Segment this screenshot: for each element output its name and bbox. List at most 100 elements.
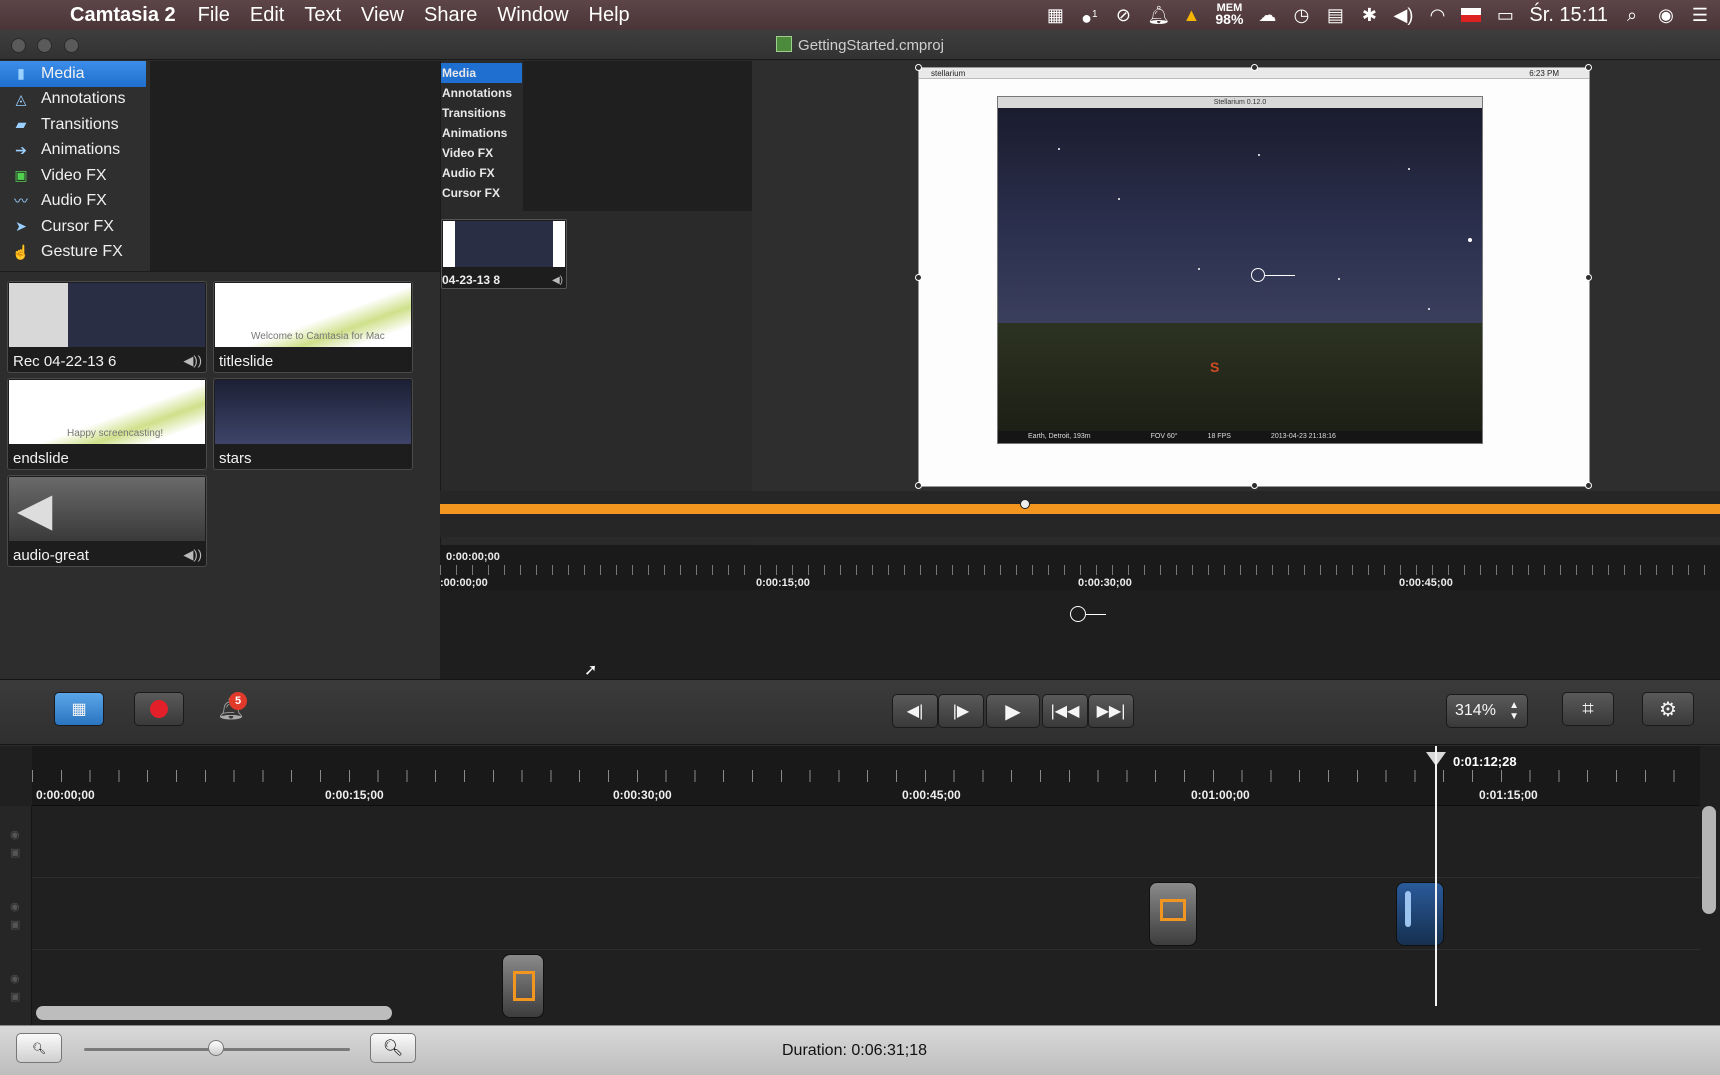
app-menu[interactable]: Camtasia 2 [70, 4, 176, 27]
zoom-in-button[interactable]: 🔍︎ [370, 1033, 416, 1063]
sidebar-item-audio-fx[interactable]: 〰 Audio FX [0, 189, 150, 215]
inner-timeline-ruler[interactable]: 0:00:00;00 :00:00;00 0:00:15;00 0:00:30;… [440, 545, 1720, 590]
do-not-disturb-icon[interactable]: ⊘ [1113, 6, 1133, 24]
zoom-select[interactable]: 314% ▲ ▼ [1446, 694, 1528, 728]
menu-view[interactable]: View [361, 4, 404, 27]
resize-handle-bottom-right[interactable] [1585, 482, 1592, 489]
lock-icon[interactable]: ▣ [10, 990, 20, 1003]
menu-help[interactable]: Help [589, 4, 630, 27]
input-flag-icon[interactable] [1461, 8, 1482, 22]
media-clip-rec-04-22-13-6[interactable]: Rec 04-22-13 6 ◀)) [7, 281, 207, 373]
sidebar-item-cursor-fx[interactable]: ➤ Cursor FX [0, 214, 150, 240]
secondary-item-media[interactable]: Media [441, 63, 522, 83]
media-clip-stars[interactable]: stars [213, 378, 413, 470]
scrub-progress-bar[interactable] [440, 504, 1720, 514]
scrub-knob[interactable] [1020, 499, 1030, 509]
memory-indicator[interactable]: MEM 98% [1215, 3, 1243, 27]
notification-icon[interactable]: ●1 [1079, 6, 1099, 27]
rotation-handle[interactable] [1251, 268, 1265, 282]
cursor-icon: ➤ [15, 218, 27, 235]
secondary-item-transitions[interactable]: Transitions [441, 103, 523, 123]
media-clip-audio-great[interactable]: ◀ audio-great ◀)) [7, 475, 207, 567]
secondary-item-audio-fx[interactable]: Audio FX [441, 163, 523, 183]
sidebar-item-video-fx[interactable]: ▣ Video FX [0, 163, 150, 189]
secondary-media-clip[interactable]: 04-23-13 8 ◀) [441, 219, 567, 289]
resize-handle-bottom[interactable] [1251, 482, 1258, 489]
secondary-item-cursor-fx[interactable]: Cursor FX [441, 183, 523, 203]
volume-icon[interactable]: ◀) [1393, 6, 1414, 24]
zoom-slider-knob[interactable] [208, 1040, 224, 1056]
filmstrip-icon[interactable]: ▦ [1045, 6, 1065, 24]
resize-handle-top[interactable] [1251, 64, 1258, 71]
zoom-out-button[interactable]: 🔍︎ [16, 1033, 62, 1063]
bell-icon[interactable]: 🔔︎ [1147, 6, 1170, 24]
sidebar-item-animations[interactable]: ➔ Animations [0, 138, 150, 164]
resize-handle-left[interactable] [915, 274, 922, 281]
menu-file[interactable]: File [198, 4, 230, 27]
keyboard-icon[interactable]: ▤ [1325, 6, 1345, 24]
timeline: 0:00:00;00 0:00:15;00 0:00:30;00 0:00:45… [0, 746, 1720, 1025]
vertical-scrollbar[interactable] [1702, 806, 1716, 914]
sidebar-item-label: Audio FX [41, 192, 107, 210]
media-clip-titleslide[interactable]: Welcome to Camtasia for Mac titleslide [213, 281, 413, 373]
battery-icon[interactable]: ▭ [1495, 6, 1515, 24]
mouse-pointer-icon: ➚ [584, 662, 598, 679]
menu-text[interactable]: Text [304, 4, 341, 27]
playhead[interactable] [1435, 746, 1437, 1006]
timeline-ruler[interactable]: 0:00:00;00 0:00:15;00 0:00:30;00 0:00:45… [32, 746, 1700, 806]
resize-handle-right[interactable] [1585, 274, 1592, 281]
menu-edit[interactable]: Edit [250, 4, 284, 27]
settings-button[interactable]: ⚙ [1642, 692, 1694, 726]
sidebar-item-media[interactable]: ▮ Media [0, 61, 146, 87]
resize-handle-top-left[interactable] [915, 64, 922, 71]
rotation-handle[interactable] [1070, 606, 1086, 622]
import-media-button[interactable]: ▦ [54, 692, 104, 726]
previous-marker-button[interactable]: |◀◀ [1042, 694, 1088, 728]
next-marker-button[interactable]: ▶▶| [1088, 694, 1134, 728]
transition-icon [513, 971, 535, 1001]
timeline-transition-clip[interactable] [502, 954, 544, 1018]
sidebar-item-annotations[interactable]: ◬ Annotations [0, 87, 150, 113]
sidebar-item-gesture-fx[interactable]: ☝ Gesture FX [0, 240, 150, 266]
timeline-transition-clip[interactable] [1149, 882, 1197, 946]
resize-handle-top-right[interactable] [1585, 64, 1592, 71]
sidebar-item-transitions[interactable]: ▰ Transitions [0, 112, 150, 138]
menu-share[interactable]: Share [424, 4, 477, 27]
spotlight-search-icon[interactable]: ⌕ [1622, 6, 1642, 24]
user-icon[interactable]: ◉ [1656, 6, 1676, 24]
track-2[interactable] [32, 878, 1700, 950]
step-back-button[interactable]: ◀| [892, 694, 938, 728]
secondary-item-annotations[interactable]: Annotations [441, 83, 523, 103]
record-button[interactable] [134, 692, 184, 726]
star [1408, 168, 1410, 170]
secondary-item-video-fx[interactable]: Video FX [441, 143, 523, 163]
step-forward-button[interactable]: |▶ [938, 694, 984, 728]
gear-icon: ⚙ [1659, 698, 1677, 721]
secondary-item-animations[interactable]: Animations [441, 123, 523, 143]
play-button[interactable]: ▶ [986, 694, 1040, 728]
bluetooth-icon[interactable]: ✱ [1359, 6, 1379, 24]
creative-cloud-icon[interactable]: ☁ [1257, 6, 1277, 24]
crop-icon: ⌗ [1582, 697, 1594, 720]
cone-icon[interactable]: ▲ [1181, 6, 1201, 24]
track-visibility-icon[interactable]: ◉ [10, 900, 20, 913]
canvas-screen[interactable]: stellarium 6:23 PM Stellarium 0.12.0 S Ea… [915, 64, 1592, 489]
time-machine-icon[interactable]: ◷ [1291, 6, 1311, 24]
lock-icon[interactable]: ▣ [10, 846, 20, 859]
track-visibility-icon[interactable]: ◉ [10, 972, 20, 985]
crop-button[interactable]: ⌗ [1562, 692, 1614, 726]
lock-icon[interactable]: ▣ [10, 918, 20, 931]
wifi-icon[interactable]: ◠ [1427, 6, 1447, 24]
media-clip-endslide[interactable]: Happy screencasting! endslide [7, 378, 207, 470]
horizontal-scrollbar[interactable] [36, 1006, 392, 1020]
inner-tick-label: 0:00:30;00 [1078, 577, 1132, 589]
track-3[interactable] [32, 806, 1700, 878]
resize-handle-bottom-left[interactable] [915, 482, 922, 489]
notification-center-icon[interactable]: ☰ [1690, 6, 1710, 24]
menu-window[interactable]: Window [497, 4, 568, 27]
tick-label: 0:00:00;00 [36, 788, 95, 802]
clip-thumbnail: Welcome to Camtasia for Mac [215, 283, 411, 347]
sidebar-item-label: Video FX [41, 166, 107, 184]
track-visibility-icon[interactable]: ◉ [10, 828, 20, 841]
clock[interactable]: Śr. 15:11 [1529, 4, 1608, 27]
